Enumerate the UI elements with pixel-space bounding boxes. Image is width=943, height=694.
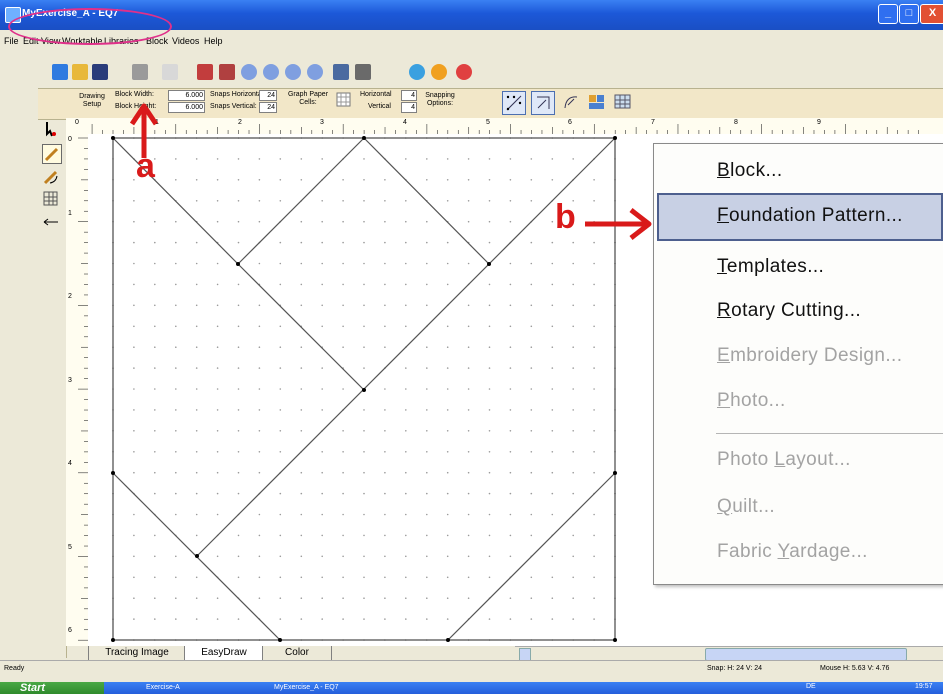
task-exercise-a[interactable]: Exercise-A (124, 683, 256, 693)
menu-item-block[interactable]: Block... (717, 160, 783, 182)
fit-icon[interactable] (307, 64, 323, 80)
annotation-arrow-b (585, 208, 652, 240)
block-height-input[interactable]: 6.000 (168, 102, 205, 113)
menu-videos[interactable]: Videos (172, 36, 199, 46)
block-width-input[interactable]: 6.000 (168, 90, 205, 101)
help-icon[interactable] (355, 64, 371, 80)
zoom-out-icon[interactable] (263, 64, 279, 80)
vertical-label: Vertical (368, 103, 391, 110)
add-to-sketchbook-icon[interactable] (197, 64, 213, 80)
ruler-top-7: 7 (651, 119, 655, 126)
ruler-top-0: 0 (75, 119, 79, 126)
quilt-block-icon[interactable] (588, 93, 606, 111)
annotation-label-a: a (136, 147, 155, 185)
snaps-vertical-input[interactable]: 24 (259, 102, 277, 113)
horizontal-label: Horizontal (360, 91, 392, 98)
status-snap: Snap: H: 24 V: 24 (707, 665, 762, 672)
ruler-top-4: 4 (403, 119, 407, 126)
close-button[interactable]: X (920, 4, 943, 24)
tab-tracing-image[interactable]: Tracing Image (88, 646, 186, 661)
snap-to-grid-icon[interactable] (502, 91, 526, 115)
arc-tool-icon[interactable] (42, 168, 60, 186)
graph-paper-label: Graph Paper Cells: (287, 91, 329, 106)
applique-icon[interactable] (456, 64, 472, 80)
block-width-label: Block Width: (115, 91, 154, 98)
status-bar: Ready Snap: H: 24 V: 24 Mouse H: 5.63 V:… (0, 660, 943, 683)
ruler-top-6: 6 (568, 119, 572, 126)
menu-item-templates[interactable]: Templates... (717, 256, 824, 278)
menu-item-photo: Photo... (717, 390, 786, 411)
tab-color[interactable]: Color (262, 646, 332, 661)
minimize-button[interactable]: _ (878, 4, 898, 24)
easydraw-icon[interactable] (409, 64, 425, 80)
ruler-left-0: 0 (68, 136, 72, 143)
menu-item-quilt: Quilt... (717, 496, 776, 517)
ruler-left-2: 2 (68, 293, 72, 300)
zoom-in-icon[interactable] (241, 64, 257, 80)
menu-item-embroidery-design: Embroidery Design... (717, 345, 903, 366)
new-icon[interactable] (52, 64, 68, 80)
status-mouse: Mouse H: 5.63 V: 4.76 (820, 665, 890, 672)
menu-item-foundation-pattern[interactable]: Foundation Pattern... (717, 205, 903, 227)
horizontal-input[interactable]: 4 (401, 90, 417, 101)
undo-icon[interactable] (162, 64, 178, 80)
ruler-left-5: 5 (68, 544, 72, 551)
graph-pad-icon[interactable] (614, 93, 632, 111)
horizontal-ruler (66, 118, 943, 135)
ruler-left-6: 6 (68, 627, 72, 634)
language-indicator[interactable]: DE (806, 683, 816, 690)
snaps-horizontal-input[interactable]: 24 (259, 90, 277, 101)
ruler-left-1: 1 (68, 210, 72, 217)
maximize-button[interactable]: □ (899, 4, 919, 24)
view-sketchbook-icon[interactable] (219, 64, 235, 80)
ruler-top-5: 5 (486, 119, 490, 126)
ruler-top-2: 2 (238, 119, 242, 126)
task-myexercise[interactable]: MyExercise_A - EQ7 (252, 683, 424, 693)
menu-item-rotary-cutting[interactable]: Rotary Cutting... (717, 300, 861, 322)
start-button[interactable]: Start (0, 682, 104, 694)
refresh-icon[interactable] (285, 64, 301, 80)
clock: 19:57 (915, 683, 933, 690)
print-icon[interactable] (132, 64, 148, 80)
menu-item-photo-layout: Photo Layout... (717, 449, 851, 470)
menu-help[interactable]: Help (204, 36, 223, 46)
open-icon[interactable] (72, 64, 88, 80)
line-tool-icon[interactable] (42, 144, 62, 164)
shape-tool-icon[interactable] (42, 120, 60, 138)
tab-easydraw[interactable]: EasyDraw (184, 646, 264, 661)
pieced-icon[interactable] (431, 64, 447, 80)
vertical-input[interactable]: 4 (401, 102, 417, 113)
graph-paper-icon[interactable] (336, 92, 351, 107)
ruler-top-9: 9 (817, 119, 821, 126)
block-library-icon[interactable] (333, 64, 349, 80)
snapping-options-label: Snapping Options: (425, 92, 455, 107)
ruler-top-3: 3 (320, 119, 324, 126)
menu-separator (716, 433, 943, 434)
status-ready: Ready (4, 665, 25, 672)
menu-item-fabric-yardage: Fabric Yardage... (717, 541, 868, 562)
grid-tool-icon[interactable] (42, 190, 60, 208)
save-icon[interactable] (92, 64, 108, 80)
snaps-horizontal-label: Snaps Horizontal: (210, 91, 266, 98)
ruler-top-8: 8 (734, 119, 738, 126)
menu-file[interactable]: File (4, 36, 19, 46)
drawing-setup-button[interactable]: Drawing Setup (72, 93, 112, 109)
snap-to-curve-icon[interactable] (560, 91, 582, 113)
snaps-vertical-label: Snaps Vertical: (210, 103, 257, 110)
halve-tool-icon[interactable] (42, 214, 60, 232)
ruler-left-4: 4 (68, 460, 72, 467)
horizontal-scrollbar[interactable] (515, 646, 943, 661)
annotation-label-b: b (555, 198, 576, 236)
title-highlight-oval (8, 8, 172, 45)
ruler-left-3: 3 (68, 377, 72, 384)
snap-to-node-icon[interactable] (531, 91, 555, 115)
